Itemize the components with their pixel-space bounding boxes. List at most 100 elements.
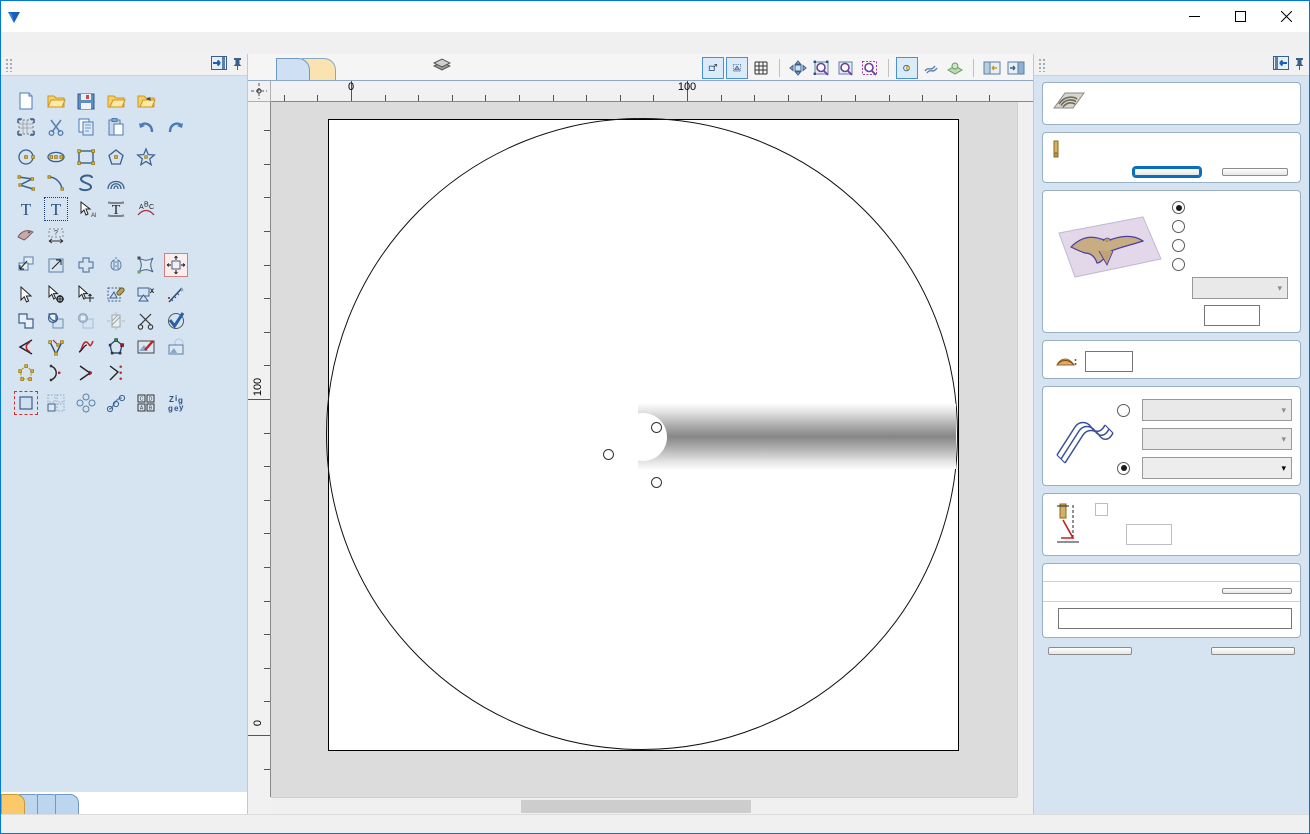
toolpaths-pin-icon[interactable] xyxy=(1294,57,1305,73)
menu-item-help[interactable] xyxy=(119,41,137,45)
node-handle-bottom[interactable] xyxy=(651,477,662,488)
scale-icon[interactable] xyxy=(45,254,67,276)
toggle-left-panel-icon[interactable] xyxy=(981,58,1003,78)
hub-circle[interactable] xyxy=(619,413,667,461)
create-text-icon[interactable]: T xyxy=(15,198,37,220)
menu-item-gadgets[interactable] xyxy=(101,41,119,45)
move-icon[interactable] xyxy=(15,254,37,276)
cut-icon[interactable] xyxy=(45,116,67,138)
tab-layers[interactable] xyxy=(55,794,79,814)
option-model-boundary[interactable] xyxy=(1172,201,1292,214)
nest-part-icon[interactable]: Ziggey xyxy=(165,392,187,414)
menu-item-toolpaths[interactable] xyxy=(65,41,83,45)
toggle-right-panel-icon[interactable] xyxy=(1005,58,1027,78)
menu-item-edit[interactable] xyxy=(29,41,47,45)
zoom-to-drawing-icon[interactable] xyxy=(726,57,748,79)
profile-select[interactable]: ▾ xyxy=(1142,428,1292,450)
ruler-corner[interactable] xyxy=(248,81,271,102)
block-copy-icon[interactable]: CDAB xyxy=(135,392,157,414)
gradient-bar-shape[interactable] xyxy=(638,404,956,469)
node-handle-center[interactable] xyxy=(603,449,614,460)
select-similar-icon[interactable] xyxy=(45,284,67,306)
close-toolpath-button[interactable] xyxy=(1211,647,1295,655)
move-nodes-icon[interactable] xyxy=(75,284,97,306)
layers-stack-icon[interactable] xyxy=(432,57,452,76)
join-open-icon[interactable] xyxy=(45,362,67,384)
trim-vectors-icon[interactable] xyxy=(135,310,157,332)
z-level-select[interactable]: ▾ xyxy=(1142,399,1292,421)
boundary-offset-input[interactable] xyxy=(1204,305,1260,326)
measure-icon[interactable] xyxy=(165,284,187,306)
circular-copy-icon[interactable] xyxy=(75,392,97,414)
z-level-chevron-down-icon[interactable]: ▾ xyxy=(1281,405,1286,416)
radio-3d-raster[interactable] xyxy=(1117,461,1130,475)
distort-icon[interactable] xyxy=(135,254,157,276)
copy-icon[interactable] xyxy=(75,116,97,138)
profile-chevron-down-icon[interactable]: ▾ xyxy=(1281,434,1286,445)
tab-2d-view[interactable] xyxy=(276,58,310,80)
machining-allowance-input[interactable] xyxy=(1085,351,1133,372)
toolpath-name-input[interactable] xyxy=(1058,608,1292,629)
level-chevron-down-icon[interactable]: ▾ xyxy=(1277,283,1282,294)
option-selected-level[interactable] xyxy=(1172,258,1292,271)
paste-icon[interactable] xyxy=(105,116,127,138)
group-icon[interactable] xyxy=(105,284,127,306)
dimension-icon[interactable]: ? xyxy=(45,224,67,246)
node-edit-icon[interactable] xyxy=(15,284,37,306)
ramp-distance-input[interactable] xyxy=(1126,524,1172,545)
3d-raster-chevron-down-icon[interactable]: ▾ xyxy=(1281,463,1286,474)
radio-material-boundary[interactable] xyxy=(1172,220,1185,233)
zoom-extents-icon[interactable] xyxy=(835,58,857,78)
ellipse-icon[interactable] xyxy=(45,146,67,168)
horizontal-scrollbar[interactable] xyxy=(271,797,1017,814)
smooth-curve-icon[interactable] xyxy=(75,336,97,358)
drawing-canvas[interactable] xyxy=(271,102,1017,797)
ramp-plunge-checkbox[interactable] xyxy=(1095,503,1108,516)
select-tool-button[interactable] xyxy=(1132,166,1202,178)
option-selected-vectors[interactable] xyxy=(1172,239,1292,252)
tab-drawing[interactable] xyxy=(1,794,25,814)
rotate-icon[interactable] xyxy=(75,254,97,276)
import-bitmap-icon[interactable] xyxy=(135,90,157,112)
maximize-button[interactable] xyxy=(1217,1,1263,32)
draw-curve-icon[interactable] xyxy=(75,172,97,194)
spiral-icon[interactable] xyxy=(105,172,127,194)
align-icon[interactable] xyxy=(164,253,188,277)
selector-button[interactable] xyxy=(1222,588,1292,594)
snap-to-geometry-icon[interactable] xyxy=(896,57,918,79)
arc-icon[interactable] xyxy=(45,172,67,194)
edit-bitmap-icon[interactable] xyxy=(135,336,157,358)
panel-grip-icon[interactable] xyxy=(5,57,13,72)
collapse-right-icon[interactable] xyxy=(211,56,227,73)
new-file-icon[interactable] xyxy=(15,90,37,112)
zoom-to-selection-icon[interactable] xyxy=(702,57,724,79)
ramp-plunge-checkbox-row[interactable] xyxy=(1095,503,1292,516)
star-icon[interactable] xyxy=(135,146,157,168)
toggle-grid-icon[interactable] xyxy=(750,58,772,78)
select-text-icon[interactable]: AB xyxy=(75,198,97,220)
check-geometry-icon[interactable] xyxy=(165,310,187,332)
node-handle-top[interactable] xyxy=(651,422,662,433)
menu-item-view[interactable] xyxy=(83,41,101,45)
vertical-ruler[interactable]: 0 100 xyxy=(248,102,271,797)
pin-icon[interactable] xyxy=(232,57,243,73)
subtract-icon[interactable] xyxy=(45,310,67,332)
radio-z-level[interactable] xyxy=(1117,403,1130,417)
menu-item-file[interactable] xyxy=(11,41,29,45)
array-copy-icon[interactable] xyxy=(45,392,67,414)
horizontal-ruler[interactable]: 0 100 xyxy=(271,81,1017,102)
ungroup-icon[interactable]: x xyxy=(135,284,157,306)
node-tools-icon[interactable] xyxy=(45,336,67,358)
option-material-boundary[interactable] xyxy=(1172,220,1292,233)
radio-model-boundary[interactable] xyxy=(1172,201,1185,214)
rectangle-icon[interactable] xyxy=(75,146,97,168)
text-arc-icon[interactable]: ABC xyxy=(135,198,157,220)
zoom-window-icon[interactable] xyxy=(811,58,833,78)
trace-bitmap-icon[interactable] xyxy=(15,224,37,246)
toolpaths-panel-grip-icon[interactable] xyxy=(1038,57,1046,72)
3d-view-icon[interactable] xyxy=(944,58,966,78)
copy-along-curve-icon[interactable] xyxy=(105,392,127,414)
minimize-button[interactable] xyxy=(1171,1,1217,32)
circle-icon[interactable] xyxy=(15,146,37,168)
redo-icon[interactable] xyxy=(165,116,187,138)
